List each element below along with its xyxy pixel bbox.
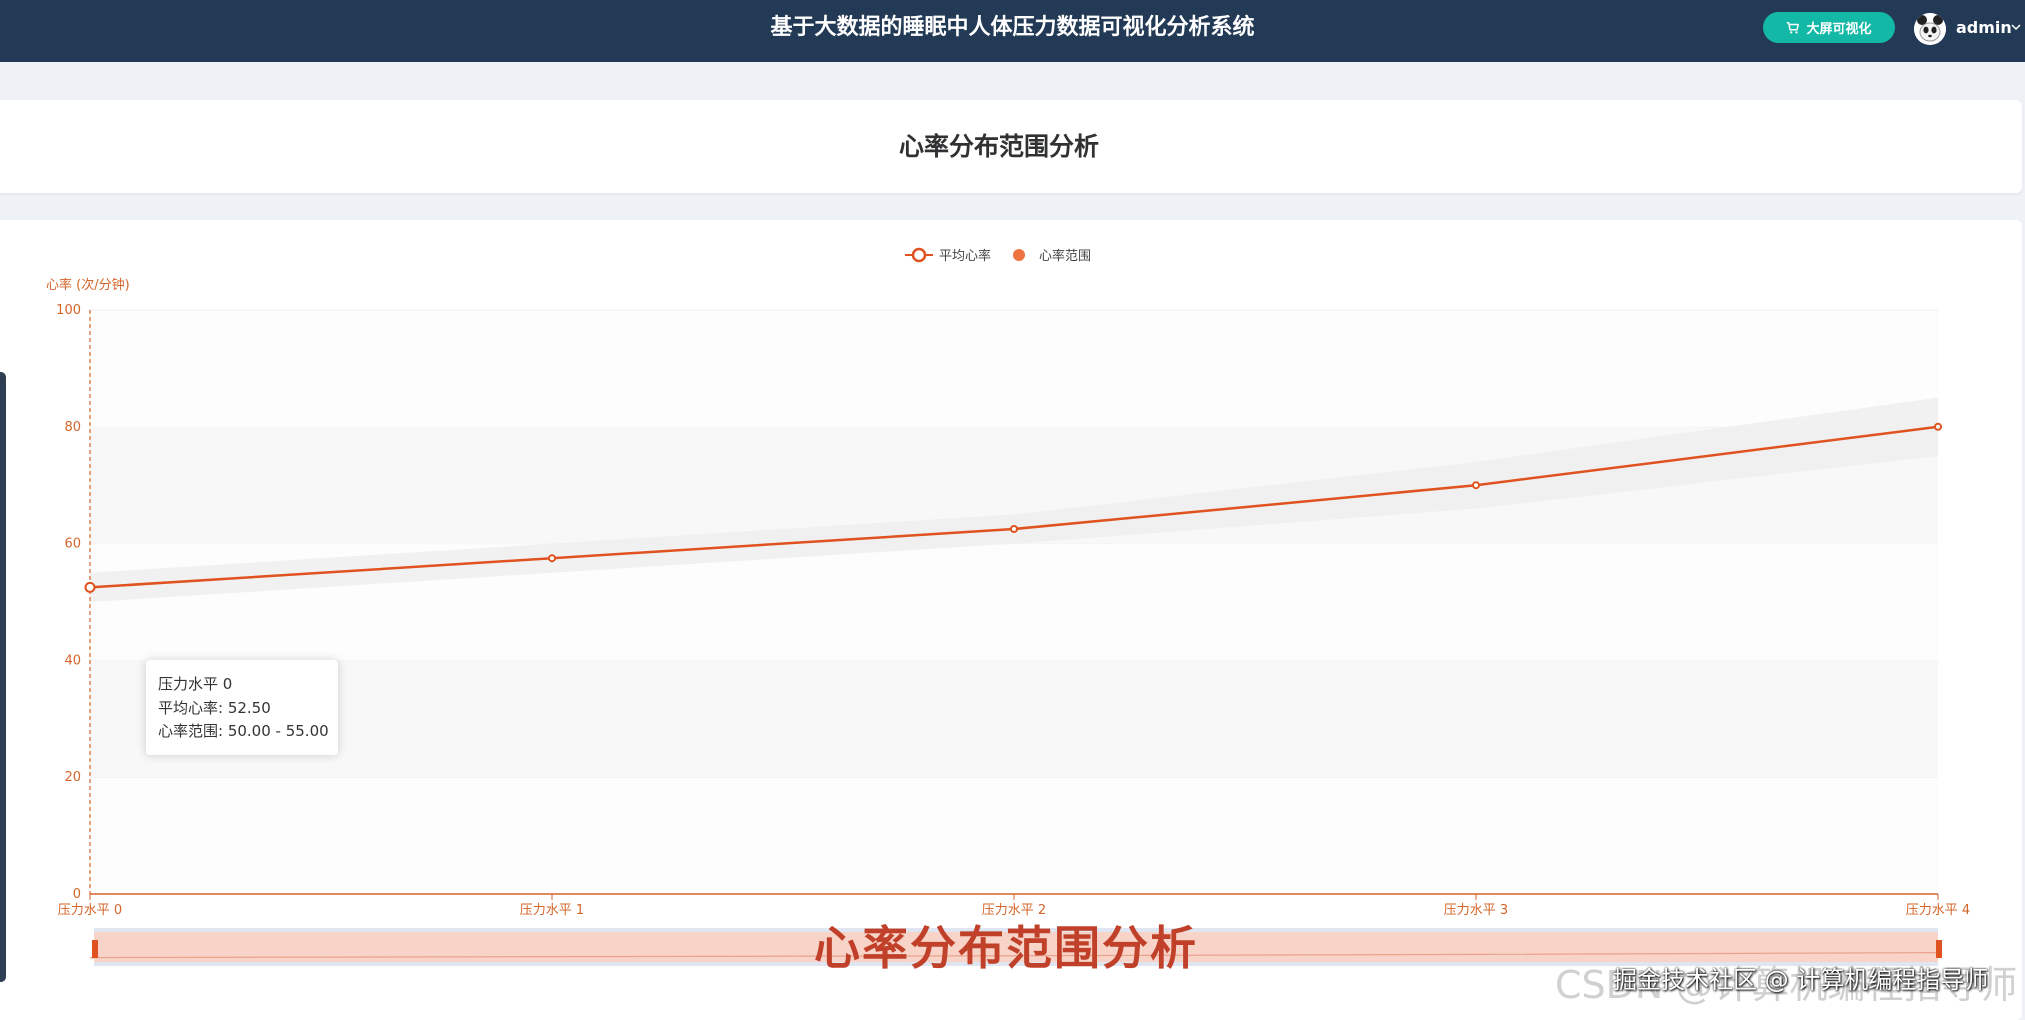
tooltip-avg: 平均心率: 52.50	[158, 698, 271, 717]
heart-rate-range-chart[interactable]: 0 20 40 60 80 100 心率 (次/分钟) 压力水平 0 压力水平 1 压力水平 2 压…	[0, 0, 2025, 1014]
data-point	[84, 581, 96, 593]
grid-band	[90, 310, 1938, 427]
grid-band	[90, 777, 1938, 894]
watermark-juejin: 掘金技术社区 @ 计算机编程指导师	[1613, 966, 1989, 994]
legend-label-range: 心率范围	[1039, 248, 1091, 264]
watermark: CSDN @计算机编程指导师 掘金技术社区 @ 计算机编程指导师	[1555, 952, 2017, 1007]
y-tick-label: 100	[56, 303, 81, 318]
y-tick-label: 20	[64, 770, 81, 785]
x-tick-label: 压力水平 4	[1906, 903, 1970, 918]
video-caption: 心率分布范围分析	[814, 921, 1198, 975]
data-point	[1010, 525, 1018, 533]
tooltip-title: 压力水平 0	[158, 675, 233, 693]
y-tick-label: 40	[64, 653, 81, 668]
y-axis-title: 心率 (次/分钟)	[46, 277, 130, 293]
x-tick-label: 压力水平 0	[58, 903, 122, 918]
x-tick-label: 压力水平 3	[1444, 903, 1508, 918]
x-tick-label: 压力水平 1	[520, 903, 584, 918]
sidebar-edge[interactable]	[0, 372, 6, 982]
legend-band-marker	[1013, 249, 1025, 261]
data-point	[1934, 422, 1942, 431]
grid-band	[90, 660, 1938, 778]
legend-label-avg: 平均心率	[939, 248, 991, 264]
tooltip-range: 心率范围: 50.00 - 55.00	[158, 722, 329, 740]
datazoom-handle-left[interactable]	[92, 940, 98, 958]
y-tick-label: 60	[64, 537, 81, 552]
data-point	[1472, 481, 1480, 490]
legend-line-marker	[911, 247, 927, 263]
y-tick-label: 80	[64, 420, 81, 435]
chart-tooltip: 压力水平 0 平均心率: 52.50 心率范围: 50.00 - 55.00	[146, 660, 338, 755]
data-point	[548, 554, 556, 563]
y-tick-label: 0	[73, 887, 81, 902]
x-tick-label: 压力水平 2	[982, 903, 1046, 918]
